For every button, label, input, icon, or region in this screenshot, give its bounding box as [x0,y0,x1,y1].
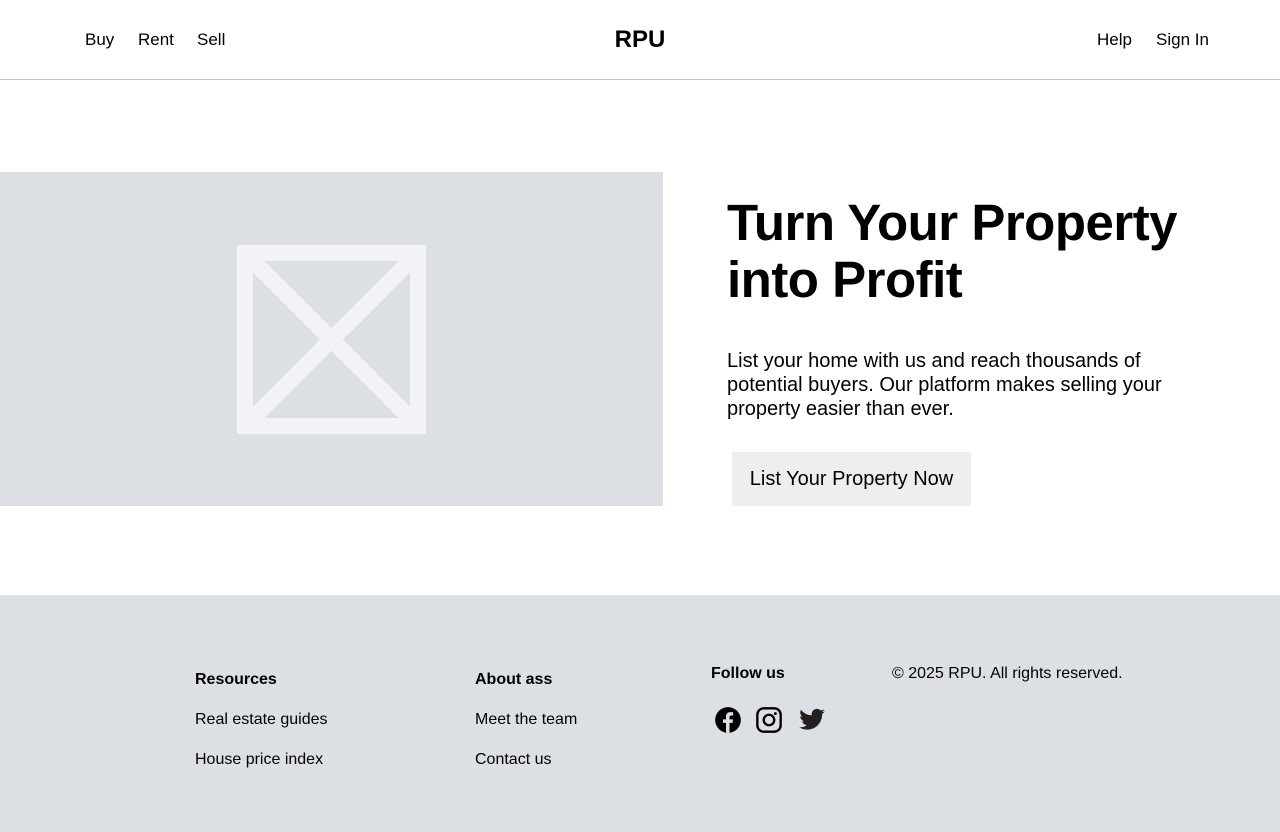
link-contact-us[interactable]: Contact us [475,750,551,770]
follow-heading: Follow us [711,665,785,682]
link-real-estate-guides[interactable]: Real estate guides [195,710,328,730]
twitter-icon[interactable] [797,706,827,734]
site-footer: Resources Real estate guides House price… [0,595,1280,832]
hero-image-placeholder [0,172,663,506]
link-meet-the-team[interactable]: Meet the team [475,710,577,730]
nav-sign-in[interactable]: Sign In [1156,29,1209,51]
hero-title: Turn Your Property into Profit [727,194,1178,308]
copyright: © 2025 RPU. All rights reserved. [892,665,1123,682]
logo[interactable]: RPU [0,26,1280,54]
nav-help[interactable]: Help [1097,29,1132,51]
hero-description: List your home with us and reach thousan… [727,350,1162,420]
about-heading: About ass [475,671,553,688]
facebook-icon[interactable] [714,706,742,734]
image-placeholder-icon [237,245,426,434]
list-property-button[interactable]: List Your Property Now [732,452,971,506]
resources-heading: Resources [195,671,277,688]
link-house-price-index[interactable]: House price index [195,750,323,770]
site-header: Buy Rent Sell RPU Help Sign In [0,0,1280,80]
instagram-icon[interactable] [755,706,783,734]
